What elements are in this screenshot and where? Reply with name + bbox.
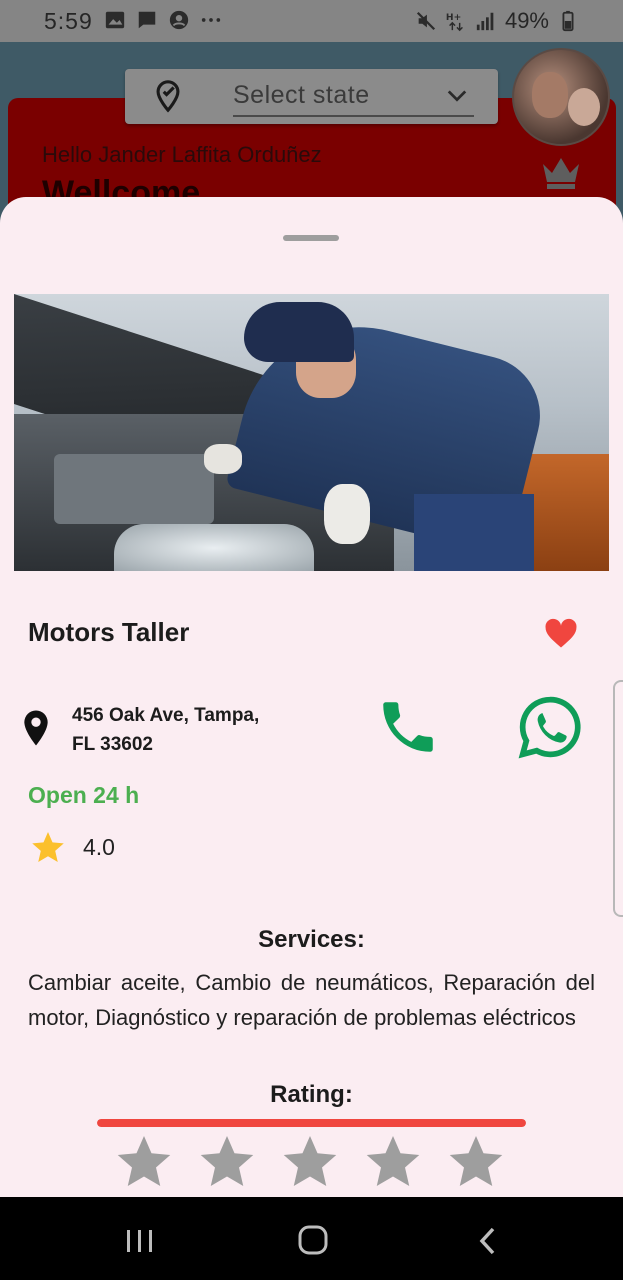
phone-icon[interactable] (375, 694, 441, 760)
mute-icon (416, 11, 436, 31)
side-panel-handle[interactable] (613, 680, 623, 917)
services-text: Cambiar aceite, Cambio de neumáticos, Re… (28, 970, 595, 1030)
account-circle-icon (169, 10, 189, 30)
services-title: Services: (258, 926, 365, 953)
business-name: Motors Taller (28, 617, 190, 647)
location-edit-icon (156, 80, 180, 113)
rating-star-3-icon[interactable] (280, 1131, 340, 1191)
network-icon: H+ (446, 12, 463, 32)
opening-hours: Open 24 h (28, 782, 140, 808)
rating-value: 4.0 (83, 834, 115, 860)
rating-star-2-icon[interactable] (197, 1131, 257, 1191)
signal-icon (476, 12, 494, 31)
bottom-sheet: Motors Taller 456 Oak Ave, Tampa, FL 336… (0, 197, 623, 1197)
more-icon (201, 18, 221, 22)
back-icon[interactable] (477, 1227, 499, 1255)
business-address: 456 Oak Ave, Tampa, FL 33602 (72, 701, 312, 759)
home-icon[interactable] (298, 1225, 328, 1255)
rating-progress-bar (97, 1119, 526, 1127)
favorite-heart-icon[interactable] (542, 615, 580, 649)
state-select[interactable]: Select state (125, 69, 498, 124)
rating-star-4-icon[interactable] (363, 1131, 423, 1191)
whatsapp-icon[interactable] (515, 692, 585, 762)
rating-star-1-icon[interactable] (114, 1131, 174, 1191)
recent-apps-icon[interactable] (126, 1229, 154, 1253)
status-bar: 5:59 H+ 49% (0, 0, 623, 42)
message-icon (138, 11, 156, 29)
business-photo (14, 294, 609, 571)
rating-progress-fill (97, 1119, 526, 1127)
address-line-1: 456 Oak Ave, Tampa, (72, 705, 260, 726)
crown-icon (543, 158, 579, 189)
battery-icon (562, 10, 574, 32)
image-icon (105, 11, 125, 29)
address-line-2: FL 33602 (72, 734, 153, 755)
rating-title: Rating: (270, 1081, 353, 1108)
star-icon (32, 832, 64, 862)
chevron-down-icon (447, 90, 467, 102)
state-select-label: Select state (233, 81, 370, 109)
svg-text:H+: H+ (446, 12, 461, 23)
system-nav-bar (0, 1197, 623, 1280)
status-time: 5:59 (44, 8, 93, 34)
battery-percent: 49% (504, 8, 549, 33)
drag-handle[interactable] (283, 235, 339, 241)
greeting-text: Hello Jander Laffita Orduñez (42, 142, 322, 167)
rating-star-5-icon[interactable] (446, 1131, 506, 1191)
rating-stars (114, 1131, 506, 1191)
avatar[interactable] (512, 48, 610, 146)
location-pin-icon (24, 710, 48, 746)
